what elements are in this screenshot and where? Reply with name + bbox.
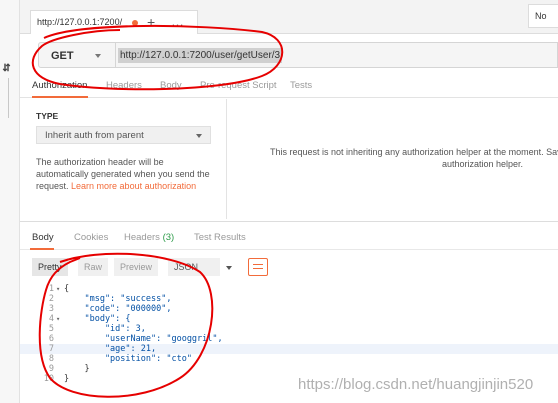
raw-button[interactable]: Raw (78, 258, 109, 276)
auth-type-panel: TYPE Inherit auth from parent The author… (20, 99, 226, 219)
environment-label: No (535, 11, 547, 21)
fold-arrow-icon: ▾ (56, 285, 61, 293)
auth-type-label: TYPE (36, 111, 59, 121)
chevron-down-icon (196, 134, 202, 138)
preview-button[interactable]: Preview (114, 258, 159, 276)
tab-bar: http://127.0.0.1:7200/ + … No (20, 0, 558, 34)
code-line: 4 ▾ "body": { (48, 314, 131, 324)
sidebar-strip: ⇆ (0, 0, 20, 403)
sidebar-toggle-icon[interactable]: ⇆ (1, 63, 12, 71)
tab-tests[interactable]: Tests (290, 80, 312, 91)
code-line: 7 "age": 21, (20, 344, 558, 354)
request-url-row: GET http://127.0.0.1:7200/user/getUser/3 (20, 34, 558, 72)
code-line: 8 "position": "cto" (48, 354, 192, 364)
request-tab-label: http://127.0.0.1:7200/ (37, 17, 123, 27)
auth-info-line1: This request is not inheriting any autho… (270, 147, 558, 157)
pretty-button[interactable]: Pretty (32, 258, 68, 276)
headers-count: (3) (162, 232, 175, 243)
response-headers-label: Headers (124, 232, 160, 243)
environment-select[interactable]: No (528, 4, 558, 28)
url-input[interactable]: http://127.0.0.1:7200/user/getUser/3 (116, 42, 558, 68)
tab-body[interactable]: Body (160, 80, 182, 91)
tab-pre-request-script[interactable]: Pre-request Script (200, 80, 277, 91)
wrap-lines-icon[interactable] (248, 258, 268, 276)
tab-cookies[interactable]: Cookies (74, 232, 108, 243)
tab-response-body[interactable]: Body (32, 232, 54, 243)
method-label: GET (51, 50, 74, 62)
add-tab-icon[interactable]: + (147, 14, 155, 30)
auth-info-line2: authorization helper. (442, 159, 524, 169)
code-line: 2 "msg": "success", (48, 294, 172, 304)
code-line: 1 ▾{ (48, 284, 70, 294)
request-tabs: Authorization Headers Body Pre-request S… (20, 72, 558, 98)
chevron-down-icon (95, 54, 101, 58)
fold-arrow-icon: ▾ (56, 315, 61, 323)
response-tabs: Body Cookies Headers (3) Test Results (20, 222, 558, 250)
code-line: 5 "id": 3, (48, 324, 146, 334)
response-view-bar: Pretty Raw Preview JSON (20, 250, 558, 280)
learn-more-link[interactable]: Learn more about authorization (71, 181, 196, 191)
code-line: 6 "userName": "googgril", (48, 334, 223, 344)
auth-info: This request is not inheriting any autho… (270, 146, 558, 170)
auth-type-select[interactable]: Inherit auth from parent (36, 126, 211, 144)
sidebar-divider (8, 78, 9, 118)
watermark: https://blog.csdn.net/huangjinjin520 (298, 376, 534, 393)
auth-type-value: Inherit auth from parent (45, 130, 144, 141)
code-line: 3 "code": "000000", (48, 304, 172, 314)
more-tabs-icon[interactable]: … (171, 14, 184, 29)
tab-headers[interactable]: Headers (106, 80, 142, 91)
active-tab-indicator (32, 96, 88, 98)
tab-test-results[interactable]: Test Results (194, 232, 246, 243)
tab-authorization[interactable]: Authorization (32, 80, 87, 91)
code-line: 9 } (48, 364, 90, 374)
chevron-down-icon (226, 266, 232, 270)
panel-divider (226, 99, 227, 219)
format-select[interactable]: JSON (168, 258, 220, 276)
request-tab[interactable]: http://127.0.0.1:7200/ + … (30, 10, 198, 34)
unsaved-dot-icon (132, 20, 138, 26)
method-select[interactable]: GET (38, 42, 116, 68)
auth-description: The authorization header will be automat… (36, 156, 216, 192)
url-text: http://127.0.0.1:7200/user/getUser/3 (118, 48, 283, 63)
tab-response-headers[interactable]: Headers (3) (124, 232, 174, 243)
